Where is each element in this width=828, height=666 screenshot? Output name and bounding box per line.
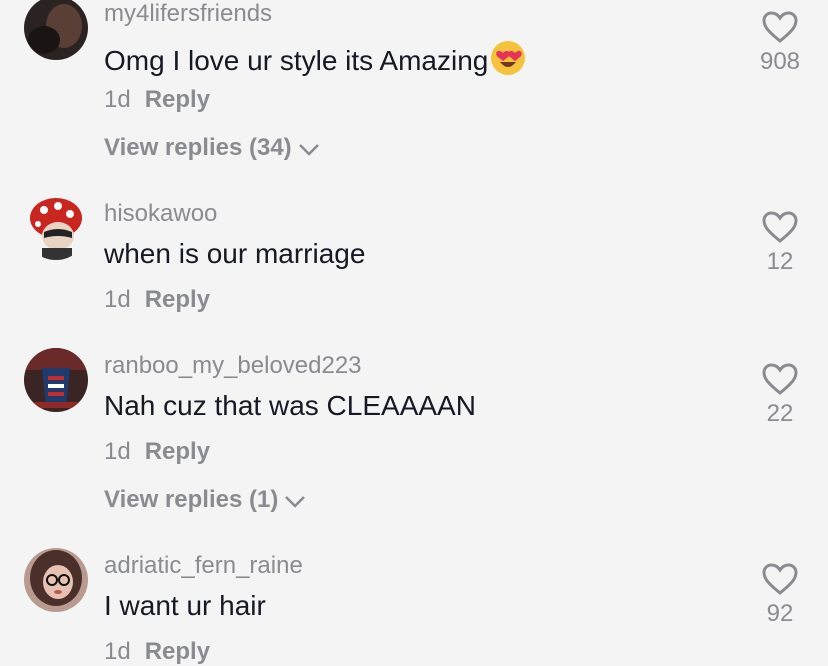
- comment-text: I want ur hair: [104, 590, 266, 622]
- heart-outline-icon: [762, 563, 798, 595]
- comment-username[interactable]: ranboo_my_beloved223: [104, 352, 362, 380]
- comment-item: ranboo_my_beloved223 Nah cuz that was CL…: [0, 348, 828, 528]
- view-replies-label: View replies (34): [104, 134, 292, 161]
- like-count: 22: [766, 400, 794, 427]
- like-count: 908: [759, 48, 801, 75]
- heart-outline-icon: [762, 211, 798, 243]
- comment-item: my4lifersfriends Omg I love ur style its…: [0, 0, 828, 180]
- avatar[interactable]: [24, 196, 88, 260]
- comment-meta: 1d Reply: [104, 86, 210, 114]
- comment-username[interactable]: adriatic_fern_raine: [104, 552, 303, 580]
- comment-text-content: when is our marriage: [104, 238, 366, 269]
- comment-item: adriatic_fern_raine I want ur hair 1d Rep…: [0, 548, 828, 665]
- chevron-down-icon: [298, 144, 319, 156]
- reply-button[interactable]: Reply: [145, 438, 210, 465]
- comment-text-content: Omg I love ur style its Amazing: [104, 45, 489, 76]
- view-replies-label: View replies (1): [104, 486, 279, 513]
- comment-text: Nah cuz that was CLEAAAAN: [104, 390, 476, 422]
- avatar[interactable]: [24, 548, 88, 612]
- like-button[interactable]: 12: [740, 210, 820, 276]
- comment-meta: 1d Reply: [104, 638, 210, 666]
- comment-item: hisokawoo when is our marriage 1d Reply 1…: [0, 196, 828, 326]
- comment-text-content: I want ur hair: [104, 590, 266, 621]
- like-count: 12: [766, 248, 794, 275]
- comment-time: 1d: [104, 438, 131, 465]
- reply-button[interactable]: Reply: [145, 286, 210, 313]
- comment-text: Omg I love ur style its Amazing: [104, 40, 526, 83]
- view-replies-button[interactable]: View replies (1): [104, 486, 306, 514]
- like-button[interactable]: 908: [740, 10, 820, 76]
- like-count: 92: [766, 600, 794, 627]
- heart-eyes-emoji-icon: [490, 40, 526, 83]
- chevron-down-icon: [285, 496, 306, 508]
- reply-button[interactable]: Reply: [145, 86, 210, 113]
- heart-outline-icon: [762, 11, 798, 43]
- comment-username[interactable]: hisokawoo: [104, 200, 217, 228]
- heart-outline-icon: [762, 363, 798, 395]
- comment-time: 1d: [104, 286, 131, 313]
- like-button[interactable]: 22: [740, 362, 820, 428]
- comment-username[interactable]: my4lifersfriends: [104, 0, 272, 28]
- comment-time: 1d: [104, 86, 131, 113]
- view-replies-button[interactable]: View replies (34): [104, 134, 320, 162]
- comment-text-content: Nah cuz that was CLEAAAAN: [104, 390, 476, 421]
- comment-time: 1d: [104, 638, 131, 665]
- reply-button[interactable]: Reply: [145, 638, 210, 665]
- avatar[interactable]: [24, 348, 88, 412]
- avatar[interactable]: [24, 0, 88, 60]
- comment-meta: 1d Reply: [104, 438, 210, 466]
- comment-meta: 1d Reply: [104, 286, 210, 314]
- like-button[interactable]: 92: [740, 562, 820, 628]
- comment-text: when is our marriage: [104, 238, 365, 270]
